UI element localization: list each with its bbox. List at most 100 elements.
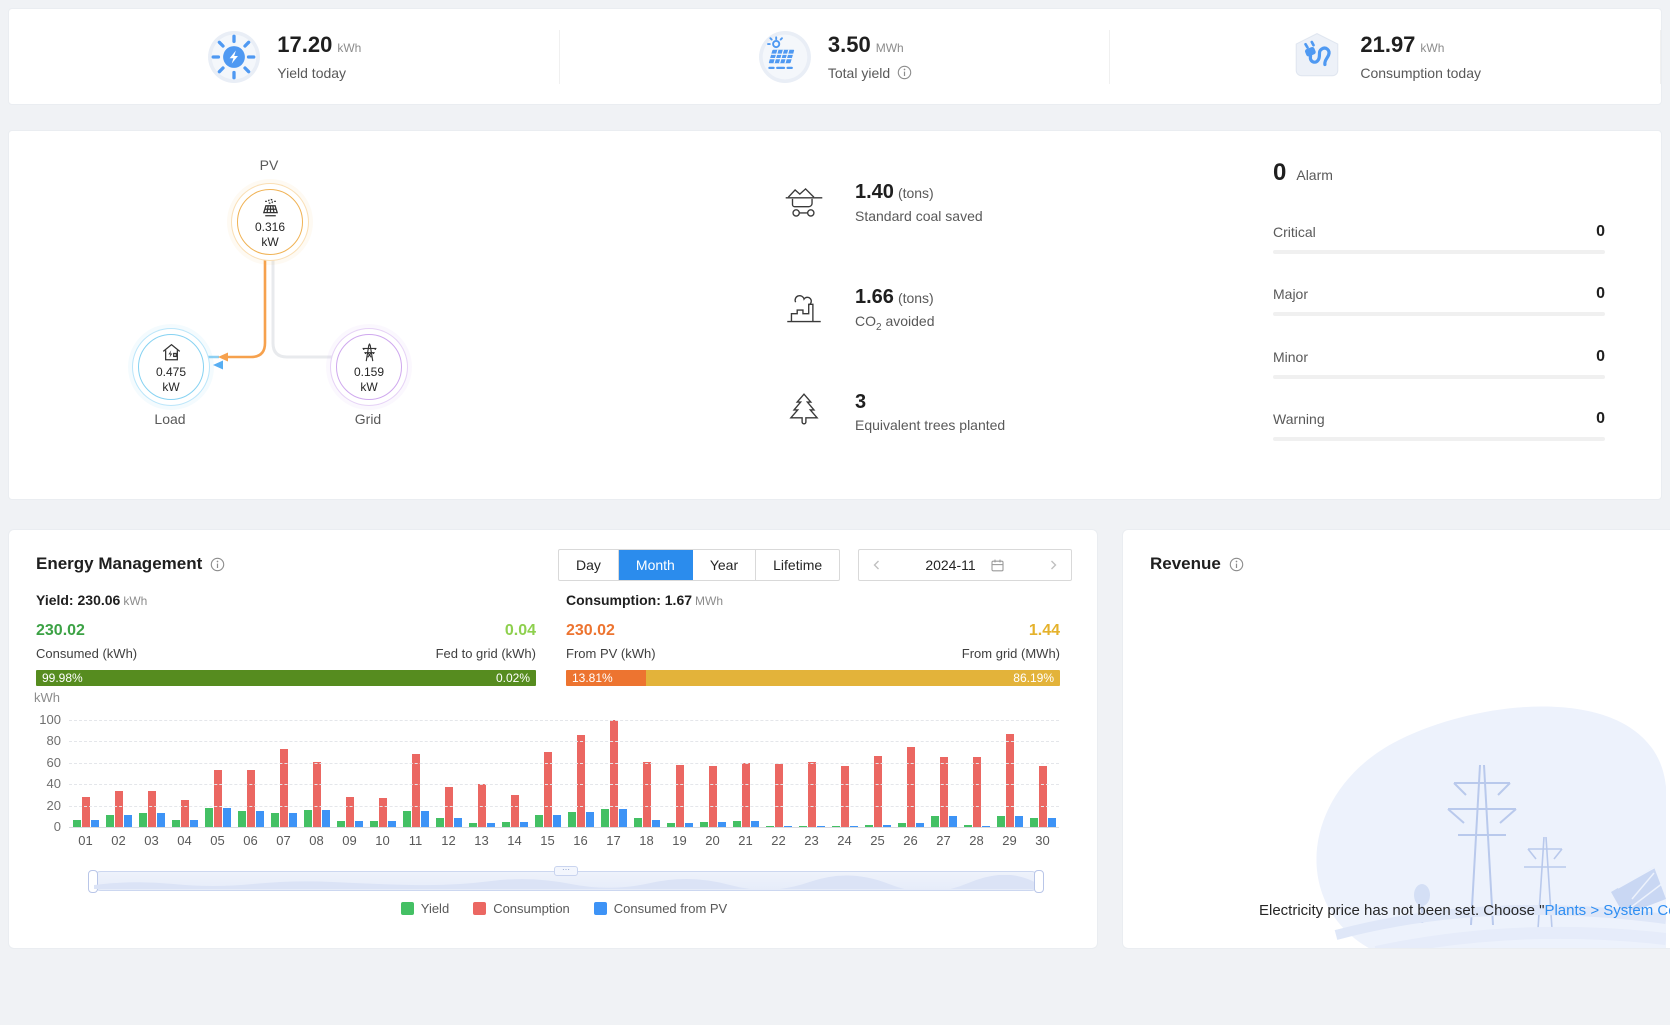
bar-group-17 — [597, 720, 630, 827]
zoom-preview-wave — [94, 875, 1038, 889]
kpi-value: 3.50MWh — [828, 33, 912, 60]
env-trees-planted: 3 Equivalent trees planted — [781, 391, 1005, 433]
x-tick-label: 04 — [168, 833, 201, 848]
bar — [436, 818, 444, 827]
y-tick-label: 80 — [47, 734, 61, 748]
bar — [883, 825, 891, 827]
tab-day[interactable]: Day — [559, 550, 619, 580]
flow-label-load: Load — [132, 411, 208, 427]
bar-group-15 — [531, 720, 564, 827]
env-label: Standard coal saved — [855, 208, 983, 224]
pv-plant-dashboard: 17.20kWh Yield today — [0, 0, 1670, 1025]
solar-panel-icon — [758, 30, 812, 84]
tab-lifetime[interactable]: Lifetime — [756, 550, 839, 580]
tab-year[interactable]: Year — [693, 550, 756, 580]
bar — [124, 815, 132, 827]
x-tick-label: 09 — [333, 833, 366, 848]
sun-power-icon — [207, 30, 261, 84]
from-grid-label: From grid (MWh) — [962, 646, 1060, 661]
x-tick-label: 08 — [300, 833, 333, 848]
bar — [280, 749, 288, 827]
x-tick-label: 29 — [993, 833, 1026, 848]
overview-card: PV 0.316 kW — [8, 130, 1662, 500]
legend-item-consumption[interactable]: Consumption — [473, 901, 570, 916]
legend-item-consumed-from-pv[interactable]: Consumed from PV — [594, 901, 727, 916]
bar — [322, 810, 330, 827]
bar — [553, 815, 561, 827]
info-icon[interactable] — [897, 65, 912, 80]
x-tick-label: 22 — [762, 833, 795, 848]
chart-zoom-slider[interactable]: ⋯ — [91, 871, 1041, 891]
bar — [289, 813, 297, 827]
bar — [733, 821, 741, 827]
bar — [91, 820, 99, 827]
fed-to-grid-label: Fed to grid (kWh) — [436, 646, 536, 661]
x-axis: 0102030405060708091011121314151617181920… — [69, 833, 1059, 848]
alarm-bar — [1273, 375, 1605, 379]
bar — [643, 762, 651, 827]
bar — [817, 826, 825, 827]
factory-icon — [781, 288, 827, 330]
bar-group-21 — [729, 720, 762, 827]
x-tick-label: 25 — [861, 833, 894, 848]
tab-month[interactable]: Month — [619, 549, 693, 581]
bar — [139, 813, 147, 827]
x-tick-label: 24 — [828, 833, 861, 848]
coal-cart-icon — [781, 182, 827, 224]
bar — [355, 821, 363, 827]
info-icon[interactable] — [210, 557, 225, 572]
flow-node-load: 0.475 kW — [132, 328, 210, 406]
alarm-row-major: Major 0 — [1273, 285, 1605, 316]
zoom-slider-handle[interactable]: ⋯ — [554, 866, 578, 876]
bar — [997, 816, 1005, 827]
bar — [700, 822, 708, 827]
house-load-icon — [160, 341, 183, 364]
bar — [610, 720, 618, 827]
bar-group-16 — [564, 720, 597, 827]
bar-group-03 — [135, 720, 168, 827]
bar — [190, 820, 198, 827]
bar — [940, 757, 948, 827]
revenue-card: Revenue E — [1122, 529, 1670, 949]
bar — [850, 826, 858, 827]
bar-group-28 — [960, 720, 993, 827]
x-tick-label: 27 — [927, 833, 960, 848]
x-tick-label: 11 — [399, 833, 432, 848]
date-picker[interactable]: 2024-11 — [858, 549, 1072, 581]
bar — [181, 800, 189, 827]
plants-system-config-link[interactable]: Plants > System Co — [1544, 902, 1670, 919]
bar — [973, 757, 981, 827]
y-tick-label: 60 — [47, 756, 61, 770]
alarm-bar — [1273, 250, 1605, 254]
bar-group-07 — [267, 720, 300, 827]
legend-label: Yield — [421, 901, 449, 916]
prev-period-icon[interactable] — [870, 558, 884, 572]
bar — [898, 823, 906, 827]
flow-unit-load: kW — [162, 380, 179, 394]
energy-management-card: Energy Management DayMonthYearLifetime 2… — [8, 529, 1098, 949]
bar — [841, 766, 849, 827]
alarm-bar — [1273, 437, 1605, 441]
revenue-title: Revenue — [1150, 554, 1244, 574]
kpi-consumption-today: 21.97kWh Consumption today — [1110, 9, 1661, 104]
bar — [223, 808, 231, 827]
bar — [784, 826, 792, 827]
from-pv-label: From PV (kWh) — [566, 646, 656, 661]
date-value[interactable]: 2024-11 — [925, 557, 975, 573]
bar-group-20 — [696, 720, 729, 827]
kpi-total-yield: 3.50MWh Total yield — [560, 9, 1111, 104]
yield-total: Yield: 230.06kWh — [36, 592, 536, 608]
bar — [379, 798, 387, 827]
alarm-panel: 0 Alarm Critical 0 Major 0 Minor 0 — [1273, 159, 1605, 187]
bar — [766, 826, 774, 827]
kpi-unit: kWh — [1420, 41, 1444, 55]
bar — [313, 762, 321, 827]
energy-management-title: Energy Management — [36, 554, 225, 574]
x-tick-label: 26 — [894, 833, 927, 848]
calendar-icon[interactable] — [990, 558, 1005, 573]
info-icon[interactable] — [1229, 557, 1244, 572]
legend-item-yield[interactable]: Yield — [401, 901, 449, 916]
next-period-icon[interactable] — [1046, 558, 1060, 572]
bar-group-18 — [630, 720, 663, 827]
bar-group-25 — [861, 720, 894, 827]
